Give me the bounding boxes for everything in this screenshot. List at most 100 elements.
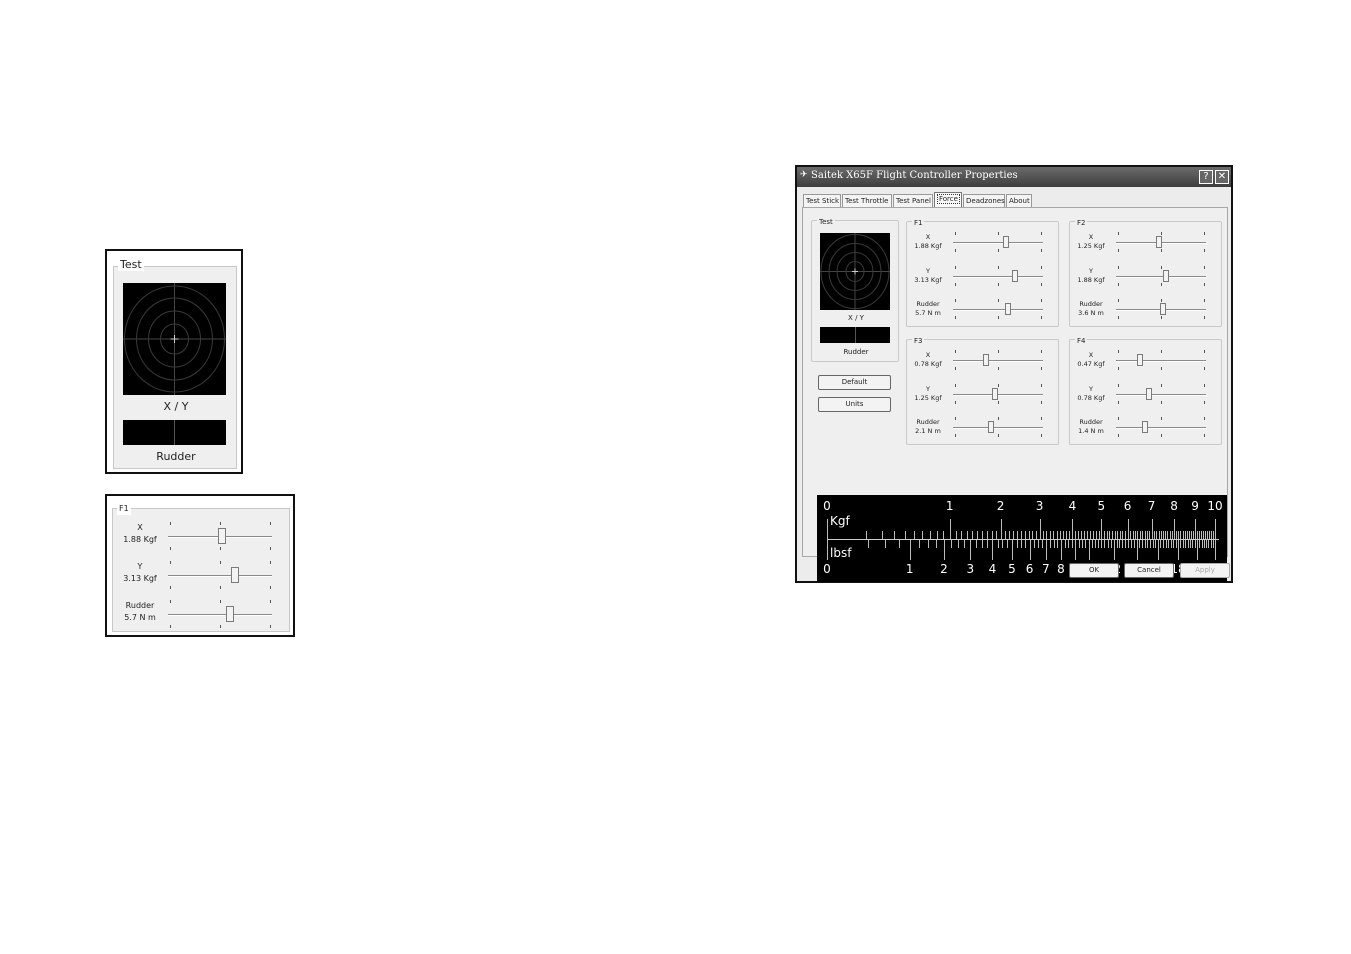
f1-x-slider-thumb[interactable] [1003, 236, 1009, 248]
tab-about[interactable]: About [1006, 194, 1032, 207]
lbsf-minor-tick [1157, 540, 1159, 548]
f2-y-slider[interactable] [1116, 266, 1206, 286]
lbsf-minor-tick [1168, 540, 1170, 548]
f4-rudder-slider[interactable] [1116, 417, 1206, 437]
f3-x-slider[interactable] [953, 350, 1043, 370]
f3-rudder-slider-thumb[interactable] [988, 421, 994, 433]
zoom-f1-rudder-slider[interactable] [168, 600, 272, 628]
tab-test-stick[interactable]: Test Stick [803, 194, 841, 207]
f2-x-slider-thumb[interactable] [1156, 236, 1162, 248]
zoom-test-panel: Test X / Y Rudder [105, 249, 243, 474]
kgf-minor-tick [1163, 531, 1165, 539]
lbsf-minor-tick [1098, 540, 1100, 548]
xy-label-small: X / Y [848, 314, 864, 322]
kgf-minor-tick [1178, 531, 1180, 539]
f3-rudder-slider[interactable] [953, 417, 1043, 437]
f4-x-slider-thumb[interactable] [1137, 354, 1143, 366]
lbsf-minor-tick [1160, 540, 1162, 548]
f4-y-slider-thumb[interactable] [1146, 388, 1152, 400]
lbsf-minor-tick [1165, 540, 1167, 548]
lbsf-minor-tick [1081, 540, 1083, 548]
lbsf-minor-tick [1147, 540, 1149, 548]
xy-label: X / Y [163, 400, 189, 413]
title-bar[interactable]: ✈ Saitek X65F Flight Controller Properti… [797, 167, 1231, 187]
f2-x-slider[interactable] [1116, 232, 1206, 252]
close-button[interactable]: ✕ [1215, 170, 1229, 184]
kgf-major-tick [827, 519, 828, 539]
f1-y-value-label: 3.13 Kgf [914, 276, 942, 284]
f4-y-slider[interactable] [1116, 384, 1206, 404]
lbsf-unit-label: lbsf [830, 546, 852, 560]
tab-test-panel[interactable]: Test Panel [893, 194, 933, 207]
kgf-minor-tick [1186, 531, 1188, 539]
tab-label: Deadzones [966, 197, 1005, 205]
zoom-f1-rudder-axis-label: Rudder [125, 601, 155, 610]
dialog-title: Saitek X65F Flight Controller Properties [811, 170, 1018, 181]
f2-rudder-slider-thumb[interactable] [1160, 303, 1166, 315]
zoom-f1-y-slider-thumb[interactable] [231, 567, 239, 583]
cancel-button[interactable]: Cancel [1124, 563, 1174, 578]
f3-x-axis-label: X [925, 351, 931, 359]
apply-button[interactable]: Apply [1180, 563, 1230, 578]
f1-y-slider-thumb[interactable] [1012, 270, 1018, 282]
f4-rudder-slider-thumb[interactable] [1142, 421, 1148, 433]
default-button[interactable]: Default [818, 375, 891, 390]
lbsf-minor-tick [1016, 540, 1018, 548]
lbsf-minor-tick [981, 540, 983, 548]
tab-deadzones[interactable]: Deadzones [963, 194, 1005, 207]
f3-y-slider[interactable] [953, 384, 1043, 404]
kgf-minor-tick [991, 531, 993, 539]
zoom-f1-y-slider[interactable] [168, 561, 272, 589]
kgf-minor-tick [1160, 531, 1162, 539]
kgf-minor-tick [1053, 531, 1055, 539]
kgf-minor-tick [1184, 531, 1186, 539]
lbsf-minor-tick [1201, 540, 1203, 548]
kgf-minor-tick [1032, 531, 1034, 539]
zoom-f1-x-slider-thumb[interactable] [218, 528, 226, 544]
kgf-minor-tick [1201, 531, 1203, 539]
lbsf-major-tick [827, 540, 828, 560]
kgf-minor-tick [982, 531, 984, 539]
force-group-title: F1 [912, 217, 925, 229]
f1-rudder-slider[interactable] [953, 299, 1043, 319]
units-button[interactable]: Units [818, 397, 891, 412]
kgf-minor-tick [1104, 531, 1106, 539]
lbsf-minor-tick [1208, 540, 1210, 548]
kgf-minor-tick [1098, 531, 1100, 539]
f1-rudder-slider-thumb[interactable] [1005, 303, 1011, 315]
lbsf-tick-label: 3 [966, 562, 975, 576]
zoom-f1-x-slider[interactable] [168, 522, 272, 550]
kgf-minor-tick [1149, 531, 1151, 539]
f3-y-slider-thumb[interactable] [992, 388, 998, 400]
tab-test-throttle[interactable]: Test Throttle [842, 194, 892, 207]
kgf-minor-tick [936, 531, 938, 539]
kgf-minor-tick [961, 531, 963, 539]
ok-button[interactable]: OK [1069, 563, 1119, 578]
f1-group-title: F1 [117, 503, 131, 515]
force-group-f2: F2 X 1.25 Kgf Y 1.88 Kgf Rudder 3.6 N m [1069, 217, 1222, 327]
kgf-minor-tick [1081, 531, 1083, 539]
lbsf-minor-tick [1053, 540, 1055, 548]
lbsf-minor-tick [1175, 540, 1177, 548]
f4-y-axis-label: Y [1089, 385, 1093, 393]
kgf-minor-tick [881, 531, 883, 539]
f2-y-slider-thumb[interactable] [1163, 270, 1169, 282]
f1-x-slider[interactable] [953, 232, 1043, 252]
lbsf-tick-label: 2 [940, 562, 948, 576]
f3-x-slider-thumb[interactable] [983, 354, 989, 366]
tab-force[interactable]: Force [934, 192, 962, 208]
f2-rudder-slider[interactable] [1116, 299, 1206, 319]
lbsf-tick-label: 7 [1042, 562, 1050, 576]
f4-x-slider[interactable] [1116, 350, 1206, 370]
f1-y-slider[interactable] [953, 266, 1043, 286]
lbsf-tick-label: 5 [1008, 562, 1016, 576]
tab-label: Test Throttle [845, 197, 889, 205]
lbsf-minor-tick [1119, 540, 1121, 548]
zoom-f1-x-axis-label: X [137, 523, 143, 532]
zoom-f1-rudder-slider-thumb[interactable] [226, 606, 234, 622]
lbsf-minor-tick [1011, 540, 1013, 548]
kgf-minor-tick [1156, 531, 1158, 539]
kgf-minor-tick [1171, 531, 1173, 539]
help-button[interactable]: ? [1199, 170, 1213, 184]
properties-dialog: ✈ Saitek X65F Flight Controller Properti… [795, 165, 1233, 583]
